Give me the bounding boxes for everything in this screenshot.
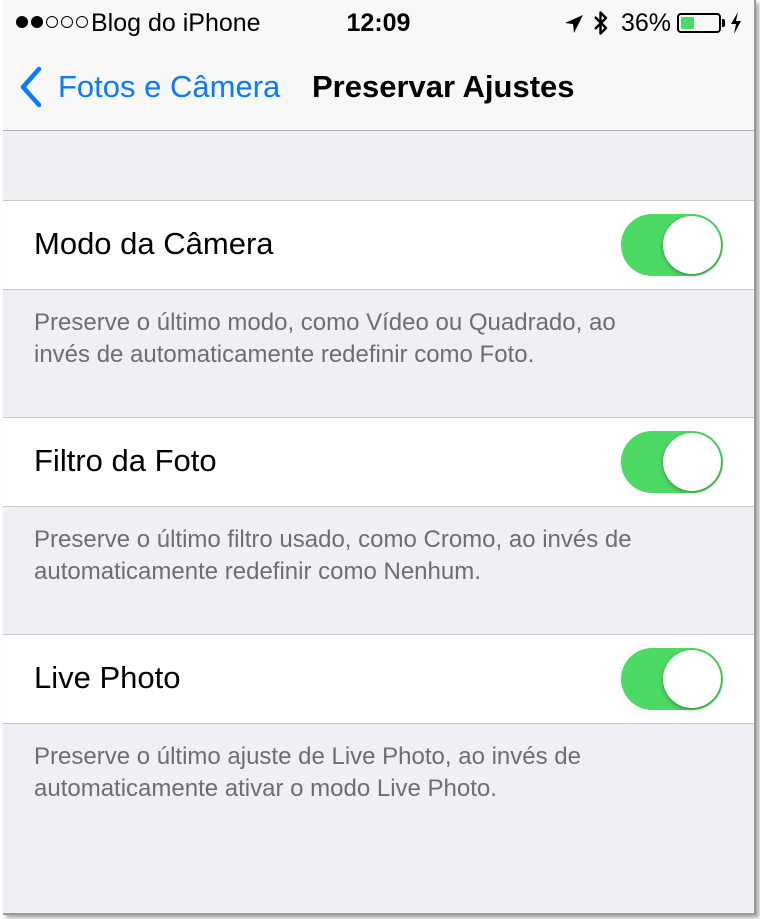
setting-footer: Preserve o último filtro usado, como Cro… [34,524,724,588]
navigation-bar: Fotos e Câmera Preservar Ajustes [3,48,754,130]
charging-bolt-icon [731,12,741,34]
setting-footer: Preserve o último ajuste de Live Photo, … [34,741,724,805]
footer-line: automaticamente ativar o modo Live Photo… [34,775,497,802]
settings-screen: Blog do iPhone 12:09 36% Fotos e Câmera … [3,0,756,915]
setting-label: Live Photo [34,660,181,695]
footer-line: Preserve o último modo, como Vídeo ou Qu… [34,309,616,336]
status-bar: Blog do iPhone 12:09 36% [3,0,754,48]
footer-line: Preserve o último ajuste de Live Photo, … [34,743,581,770]
modo-da-camera-toggle[interactable] [621,214,723,276]
toggle-knob [663,650,721,708]
setting-row-modo-da-camera: Modo da Câmera [3,200,754,290]
footer-line: invés de automaticamente redefinir como … [34,341,535,368]
chevron-left-icon [20,66,42,108]
location-arrow-icon [565,15,583,33]
bluetooth-icon [594,11,608,35]
setting-row-filtro-da-foto: Filtro da Foto [3,417,754,507]
back-button-label: Fotos e Câmera [58,69,281,104]
setting-label: Modo da Câmera [34,226,274,261]
live-photo-toggle[interactable] [621,648,723,710]
battery-percentage: 36% [621,9,672,37]
filtro-da-foto-toggle[interactable] [621,431,723,493]
footer-line: Preserve o último filtro usado, como Cro… [34,526,632,553]
back-button[interactable]: Fotos e Câmera [19,66,280,108]
setting-label: Filtro da Foto [34,443,217,478]
toggle-knob [663,216,721,274]
setting-row-live-photo: Live Photo [3,634,754,724]
battery-tip [722,19,725,27]
footer-line: automaticamente redefinir como Nenhum. [34,558,481,585]
setting-footer: Preserve o último modo, como Vídeo ou Qu… [34,307,724,371]
toggle-knob [663,433,721,491]
top-bar: Blog do iPhone 12:09 36% Fotos e Câmera … [3,0,754,131]
battery-icon [677,13,721,33]
page-title: Preservar Ajustes [312,69,575,104]
battery-level-fill [681,17,694,29]
